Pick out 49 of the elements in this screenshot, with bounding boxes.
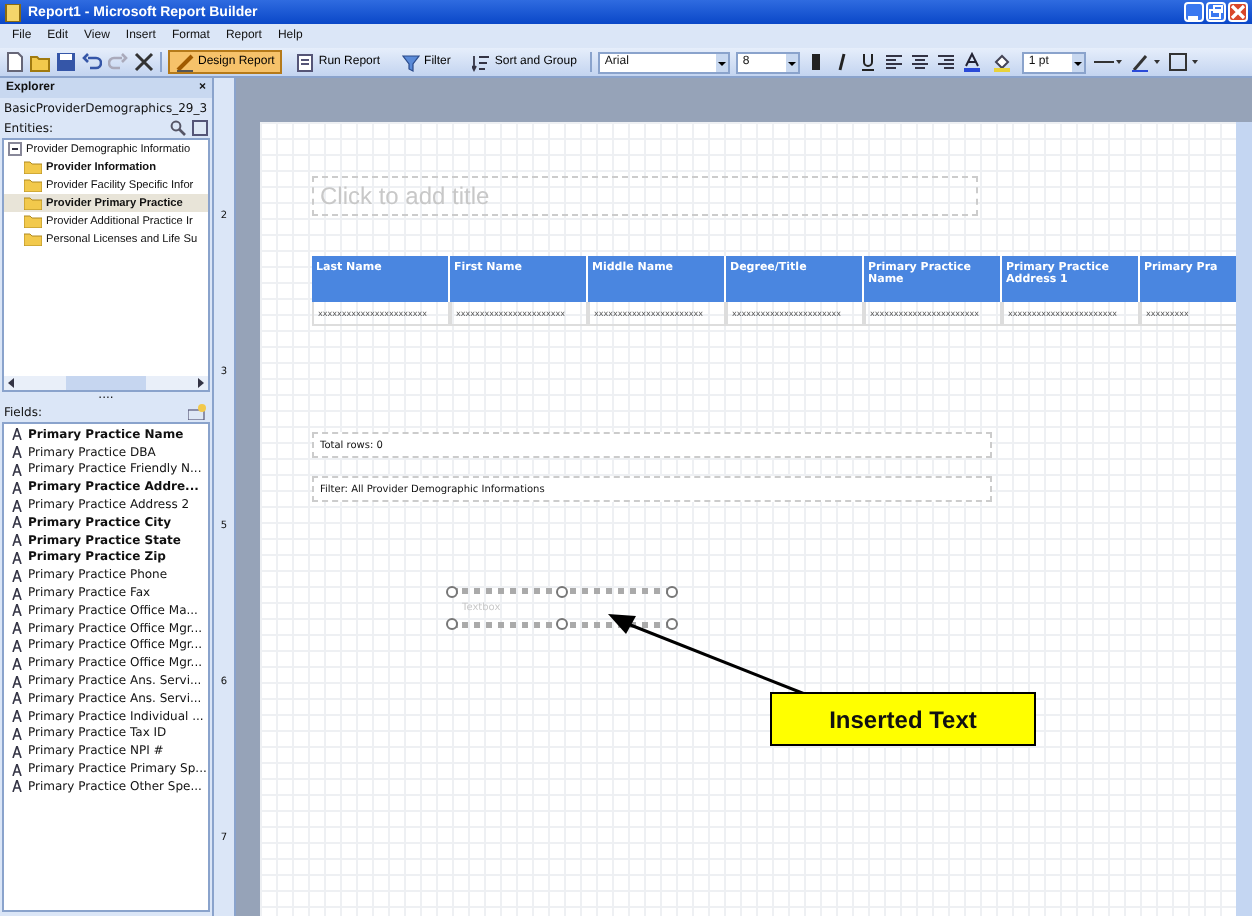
pen-icon[interactable]	[1130, 52, 1163, 72]
pencil-ruler-icon	[176, 53, 194, 71]
sort-icon	[472, 53, 491, 71]
report-page-icon	[296, 53, 315, 71]
text-field-icon	[12, 622, 22, 635]
text-field-icon	[12, 604, 22, 617]
collapse-icon[interactable]	[8, 142, 22, 156]
text-field-icon	[12, 727, 22, 740]
add-field-icon[interactable]	[188, 404, 208, 420]
align-center-icon[interactable]	[910, 52, 931, 72]
scroll-right-icon[interactable]	[194, 376, 208, 390]
horizontal-scrollbar[interactable]	[4, 376, 208, 390]
text-field-icon	[12, 780, 22, 793]
text-field-icon	[12, 675, 22, 688]
delete-icon[interactable]	[134, 52, 154, 72]
new-file-icon[interactable]	[6, 52, 24, 72]
text-field-icon	[12, 534, 22, 547]
text-field-icon	[12, 551, 22, 564]
minimize-button[interactable]	[1184, 2, 1204, 22]
text-field-icon	[12, 745, 22, 758]
border-icon[interactable]	[1168, 52, 1201, 72]
folder-icon[interactable]	[30, 52, 50, 72]
text-field-icon	[12, 639, 22, 652]
scroll-left-icon[interactable]	[4, 376, 18, 390]
document-icon[interactable]	[192, 120, 208, 136]
text-field-icon	[12, 516, 22, 529]
text-field-icon	[12, 763, 22, 776]
close-icon	[1230, 4, 1246, 20]
close-button[interactable]	[1228, 2, 1248, 22]
text-field-icon	[12, 463, 22, 476]
funnel-icon	[402, 53, 421, 71]
text-field-icon	[12, 428, 22, 441]
undo-icon[interactable]	[82, 52, 102, 72]
text-field-icon	[12, 481, 22, 494]
text-field-icon	[12, 569, 22, 582]
text-field-icon	[12, 692, 22, 705]
text-field-icon	[12, 657, 22, 670]
align-left-icon[interactable]	[884, 52, 905, 72]
text-field-icon	[12, 710, 22, 723]
restore-icon	[1208, 4, 1224, 20]
align-right-icon[interactable]	[936, 52, 957, 72]
text-field-icon	[12, 499, 22, 512]
text-field-icon	[12, 587, 22, 600]
callout-label: Inserted Text	[770, 692, 1036, 746]
text-field-icon	[12, 446, 22, 459]
search-icon[interactable]	[170, 120, 186, 136]
save-icon[interactable]	[56, 52, 76, 72]
restore-button[interactable]	[1206, 2, 1226, 22]
underline-icon[interactable]	[858, 52, 879, 72]
